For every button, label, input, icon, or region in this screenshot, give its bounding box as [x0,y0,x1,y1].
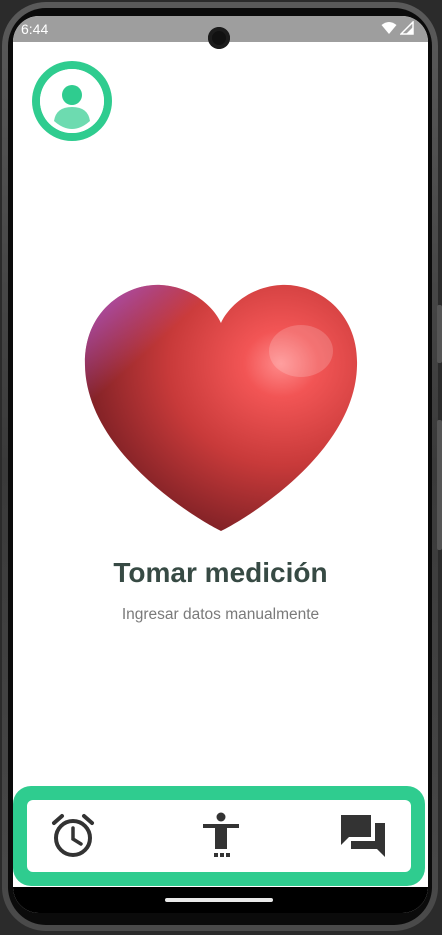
alarm-clock-icon [52,814,94,857]
manual-entry-link[interactable]: Ingresar datos manualmente [13,606,428,624]
bottom-navigation [13,786,425,886]
power-button [437,420,442,550]
avatar-inner [40,69,104,133]
bottom-nav-panel [27,800,411,872]
profile-avatar[interactable] [32,61,112,141]
gesture-bar [13,887,428,913]
accessibility-icon [203,812,239,857]
nav-alarm-button[interactable] [47,800,99,872]
status-icons [381,21,414,35]
signal-icon [400,21,414,35]
status-bar: 6:44 [13,16,428,49]
nav-accessibility-button[interactable] [195,800,247,872]
heart-icon[interactable] [81,281,361,533]
person-icon [40,69,104,133]
chat-icon [341,815,385,857]
status-time: 6:44 [21,21,49,37]
camera-cutout [208,27,230,49]
app-screen: 6:44 Tomar medición Ingresar datos manua… [13,16,428,913]
take-measurement-title[interactable]: Tomar medición [13,557,428,589]
nav-chat-button[interactable] [337,800,389,872]
volume-button [437,305,442,363]
home-gesture-handle[interactable] [165,898,273,902]
wifi-icon [381,22,397,34]
